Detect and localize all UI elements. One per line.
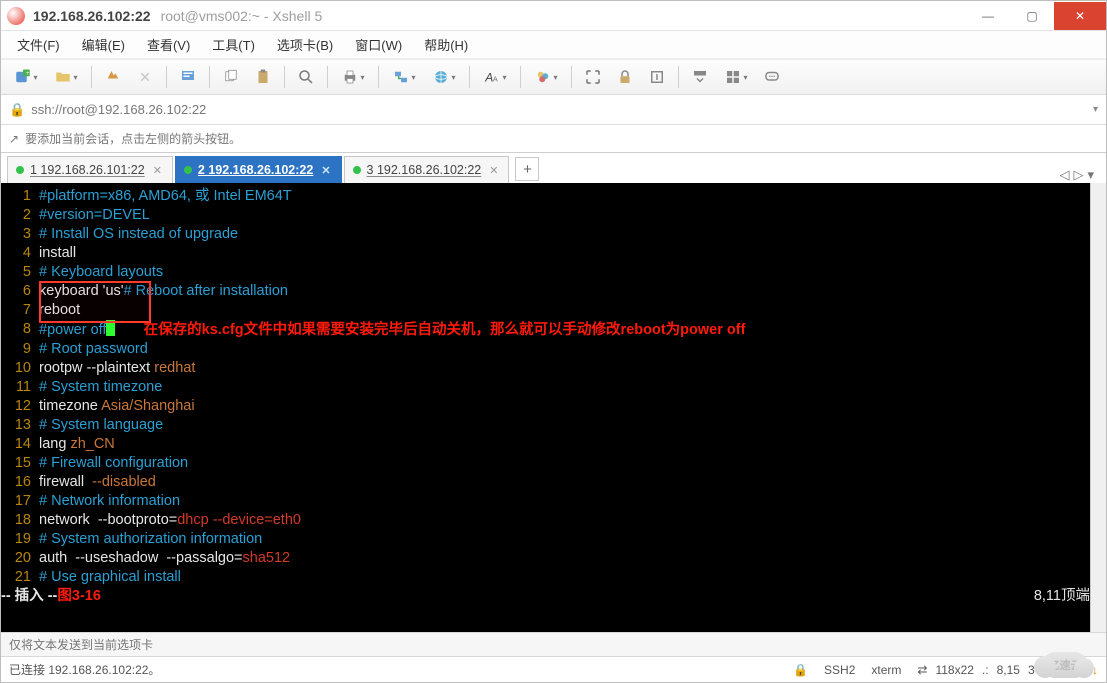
- app-logo-icon: [7, 7, 25, 25]
- svg-text:+: +: [26, 71, 30, 77]
- scroll-lock-button[interactable]: [642, 63, 672, 91]
- copy-button[interactable]: [216, 63, 246, 91]
- paste-button[interactable]: [248, 63, 278, 91]
- font-button[interactable]: AA▾: [476, 63, 514, 91]
- menu-window[interactable]: 窗口(W): [345, 32, 412, 57]
- tab-label: 3 192.168.26.102:22: [367, 163, 482, 177]
- search-button[interactable]: [291, 63, 321, 91]
- address-bar[interactable]: 🔒 ssh://root@192.168.26.102:22 ▾: [1, 95, 1106, 125]
- properties-button[interactable]: [173, 63, 203, 91]
- status-dot-icon: [184, 166, 192, 174]
- tab-nav-right-icon[interactable]: ▷: [1073, 167, 1083, 183]
- disconnect-button[interactable]: [130, 63, 160, 91]
- tab-close-icon[interactable]: ✕: [489, 164, 498, 177]
- terminal-container: 1#platform=x86, AMD64, 或 Intel EM64T 2#v…: [1, 183, 1106, 632]
- minimize-button[interactable]: —: [966, 2, 1010, 30]
- menu-bar: 文件(F) 编辑(E) 查看(V) 工具(T) 选项卡(B) 窗口(W) 帮助(…: [1, 31, 1106, 59]
- menu-help[interactable]: 帮助(H): [414, 32, 478, 57]
- status-dot-icon: [16, 166, 24, 174]
- fullscreen-button[interactable]: [578, 63, 608, 91]
- lock-button[interactable]: [610, 63, 640, 91]
- web-button[interactable]: ▾: [425, 63, 463, 91]
- split-toggle-button[interactable]: [685, 63, 715, 91]
- status-cursor: 8,15: [997, 663, 1020, 677]
- compose-bar: [1, 632, 1106, 656]
- menu-edit[interactable]: 编辑(E): [72, 32, 135, 57]
- menu-view[interactable]: 查看(V): [137, 32, 200, 57]
- tab-label: 1 192.168.26.101:22: [30, 163, 145, 177]
- app-window: 192.168.26.102:22 root@vms002:~ - Xshell…: [0, 0, 1107, 683]
- tab-2[interactable]: 2 192.168.26.102:22 ✕: [175, 156, 342, 183]
- status-bar: 已连接 192.168.26.102:22。 🔒 SSH2 xterm ⇄ 11…: [1, 656, 1106, 682]
- annotation-text: 在保存的ks.cfg文件中如果需要安装完毕后自动关机，那么就可以手动修改rebo…: [144, 322, 746, 338]
- svg-text:A: A: [485, 71, 494, 85]
- title-main: 192.168.26.102:22: [33, 8, 151, 24]
- tab-add-button[interactable]: +: [515, 157, 539, 181]
- lock-icon: 🔒: [9, 102, 25, 118]
- tab-nav-dropdown-icon[interactable]: ▾: [1087, 167, 1094, 183]
- address-dropdown-icon[interactable]: ▾: [1093, 104, 1098, 115]
- hint-text: 要添加当前会话，点击左侧的箭头按钮。: [25, 130, 241, 147]
- status-dot-icon: .:: [974, 663, 997, 677]
- status-size: 118x22: [935, 663, 973, 677]
- tab-nav-left-icon[interactable]: ◁: [1059, 167, 1069, 183]
- tab-close-icon[interactable]: ✕: [153, 164, 162, 177]
- tab-1[interactable]: 1 192.168.26.101:22 ✕: [7, 156, 173, 183]
- tab-3[interactable]: 3 192.168.26.102:22 ✕: [344, 156, 510, 183]
- connect-button[interactable]: [98, 63, 128, 91]
- status-protocol: SSH2: [816, 663, 863, 677]
- print-button[interactable]: ▾: [334, 63, 372, 91]
- vertical-scrollbar[interactable]: [1090, 183, 1106, 632]
- connection-status: 已连接 192.168.26.102:22。: [9, 661, 160, 678]
- watermark: 亿速云: [1025, 647, 1105, 683]
- layout-button[interactable]: ▾: [717, 63, 755, 91]
- svg-text:A: A: [493, 75, 498, 84]
- toolbar: +▾ ▾ ▾ ▾ ▾ AA▾ ▾ ▾: [1, 59, 1106, 95]
- title-bar: 192.168.26.102:22 root@vms002:~ - Xshell…: [1, 1, 1106, 31]
- status-rc-icon: ⇄: [909, 663, 935, 677]
- compose-button[interactable]: [757, 63, 787, 91]
- close-button[interactable]: ✕: [1054, 2, 1106, 30]
- hint-bar: ↗ 要添加当前会话，点击左侧的箭头按钮。: [1, 125, 1106, 153]
- tab-label: 2 192.168.26.102:22: [198, 163, 313, 177]
- compose-input[interactable]: [9, 638, 1098, 652]
- new-session-button[interactable]: +▾: [7, 63, 45, 91]
- vim-status-line: -- 插入 -- 图3-168,11 顶端: [1, 587, 1090, 606]
- menu-tools[interactable]: 工具(T): [202, 32, 265, 57]
- transfer-button[interactable]: ▾: [385, 63, 423, 91]
- color-scheme-button[interactable]: ▾: [527, 63, 565, 91]
- status-dot-icon: [353, 166, 361, 174]
- menu-file[interactable]: 文件(F): [7, 32, 70, 57]
- menu-tabs[interactable]: 选项卡(B): [267, 32, 343, 57]
- hint-arrow-icon[interactable]: ↗: [9, 132, 19, 146]
- terminal[interactable]: 1#platform=x86, AMD64, 或 Intel EM64T 2#v…: [1, 183, 1090, 632]
- status-lock-icon: 🔒: [785, 663, 816, 677]
- address-text: ssh://root@192.168.26.102:22: [31, 102, 1093, 117]
- maximize-button[interactable]: ▢: [1010, 2, 1054, 30]
- title-sub: root@vms002:~ - Xshell 5: [161, 8, 323, 24]
- open-session-button[interactable]: ▾: [47, 63, 85, 91]
- tab-close-icon[interactable]: ✕: [321, 164, 330, 177]
- annotation-box: [39, 281, 151, 323]
- status-term: xterm: [863, 663, 909, 677]
- tab-strip: 1 192.168.26.101:22 ✕ 2 192.168.26.102:22…: [1, 153, 1106, 183]
